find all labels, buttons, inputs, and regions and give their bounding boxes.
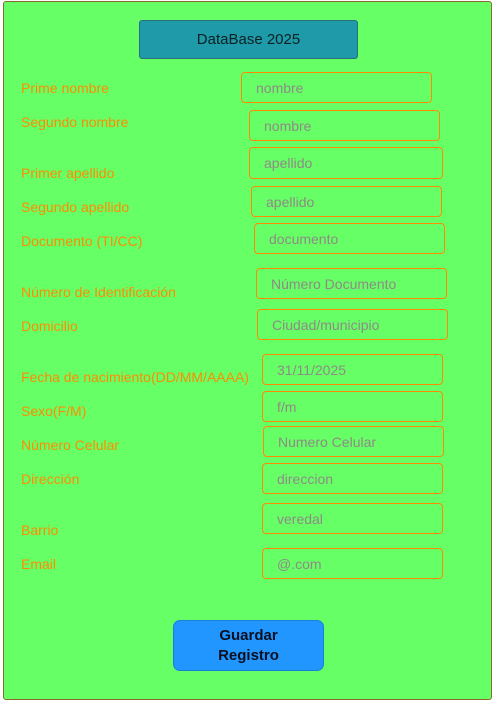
sexo-input[interactable] [262,391,443,422]
numero-celular-input[interactable] [263,426,444,457]
segundo-apellido-input[interactable] [251,186,442,217]
primer-apellido-input[interactable] [249,147,443,179]
barrio-input[interactable] [262,503,443,534]
fecha-nacimiento-input[interactable] [262,354,443,385]
primer-nombre-input[interactable] [241,72,432,103]
label-direccion: Dirección [21,471,80,487]
label-domicilio: Domicilio [21,318,78,334]
email-input[interactable] [262,548,443,579]
segundo-nombre-input[interactable] [249,110,440,141]
title-banner: DataBase 2025 [139,20,358,59]
direccion-input[interactable] [262,463,443,494]
label-email: Email [21,556,57,572]
form-panel [3,1,492,700]
label-primer-nombre: Prime nombre [21,80,109,96]
label-documento: Documento (TI/CC) [21,233,143,249]
guardar-registro-button[interactable]: Guardar Registro [173,620,324,671]
domicilio-input[interactable] [257,309,448,340]
label-primer-apellido: Primer apellido [21,165,115,181]
label-barrio: Barrio [21,522,59,538]
label-sexo: Sexo(F/M) [21,403,87,419]
label-segundo-nombre: Segundo nombre [21,114,129,130]
label-segundo-apellido: Segundo apellido [21,199,130,215]
label-numero-id: Número de Identificación [21,284,176,300]
label-fecha-nacimiento: Fecha de nacimiento(DD/MM/AAAA) [21,369,249,385]
documento-input[interactable] [254,223,445,254]
label-numero-celular: Número Celular [21,437,120,453]
numero-id-input[interactable] [256,268,447,299]
